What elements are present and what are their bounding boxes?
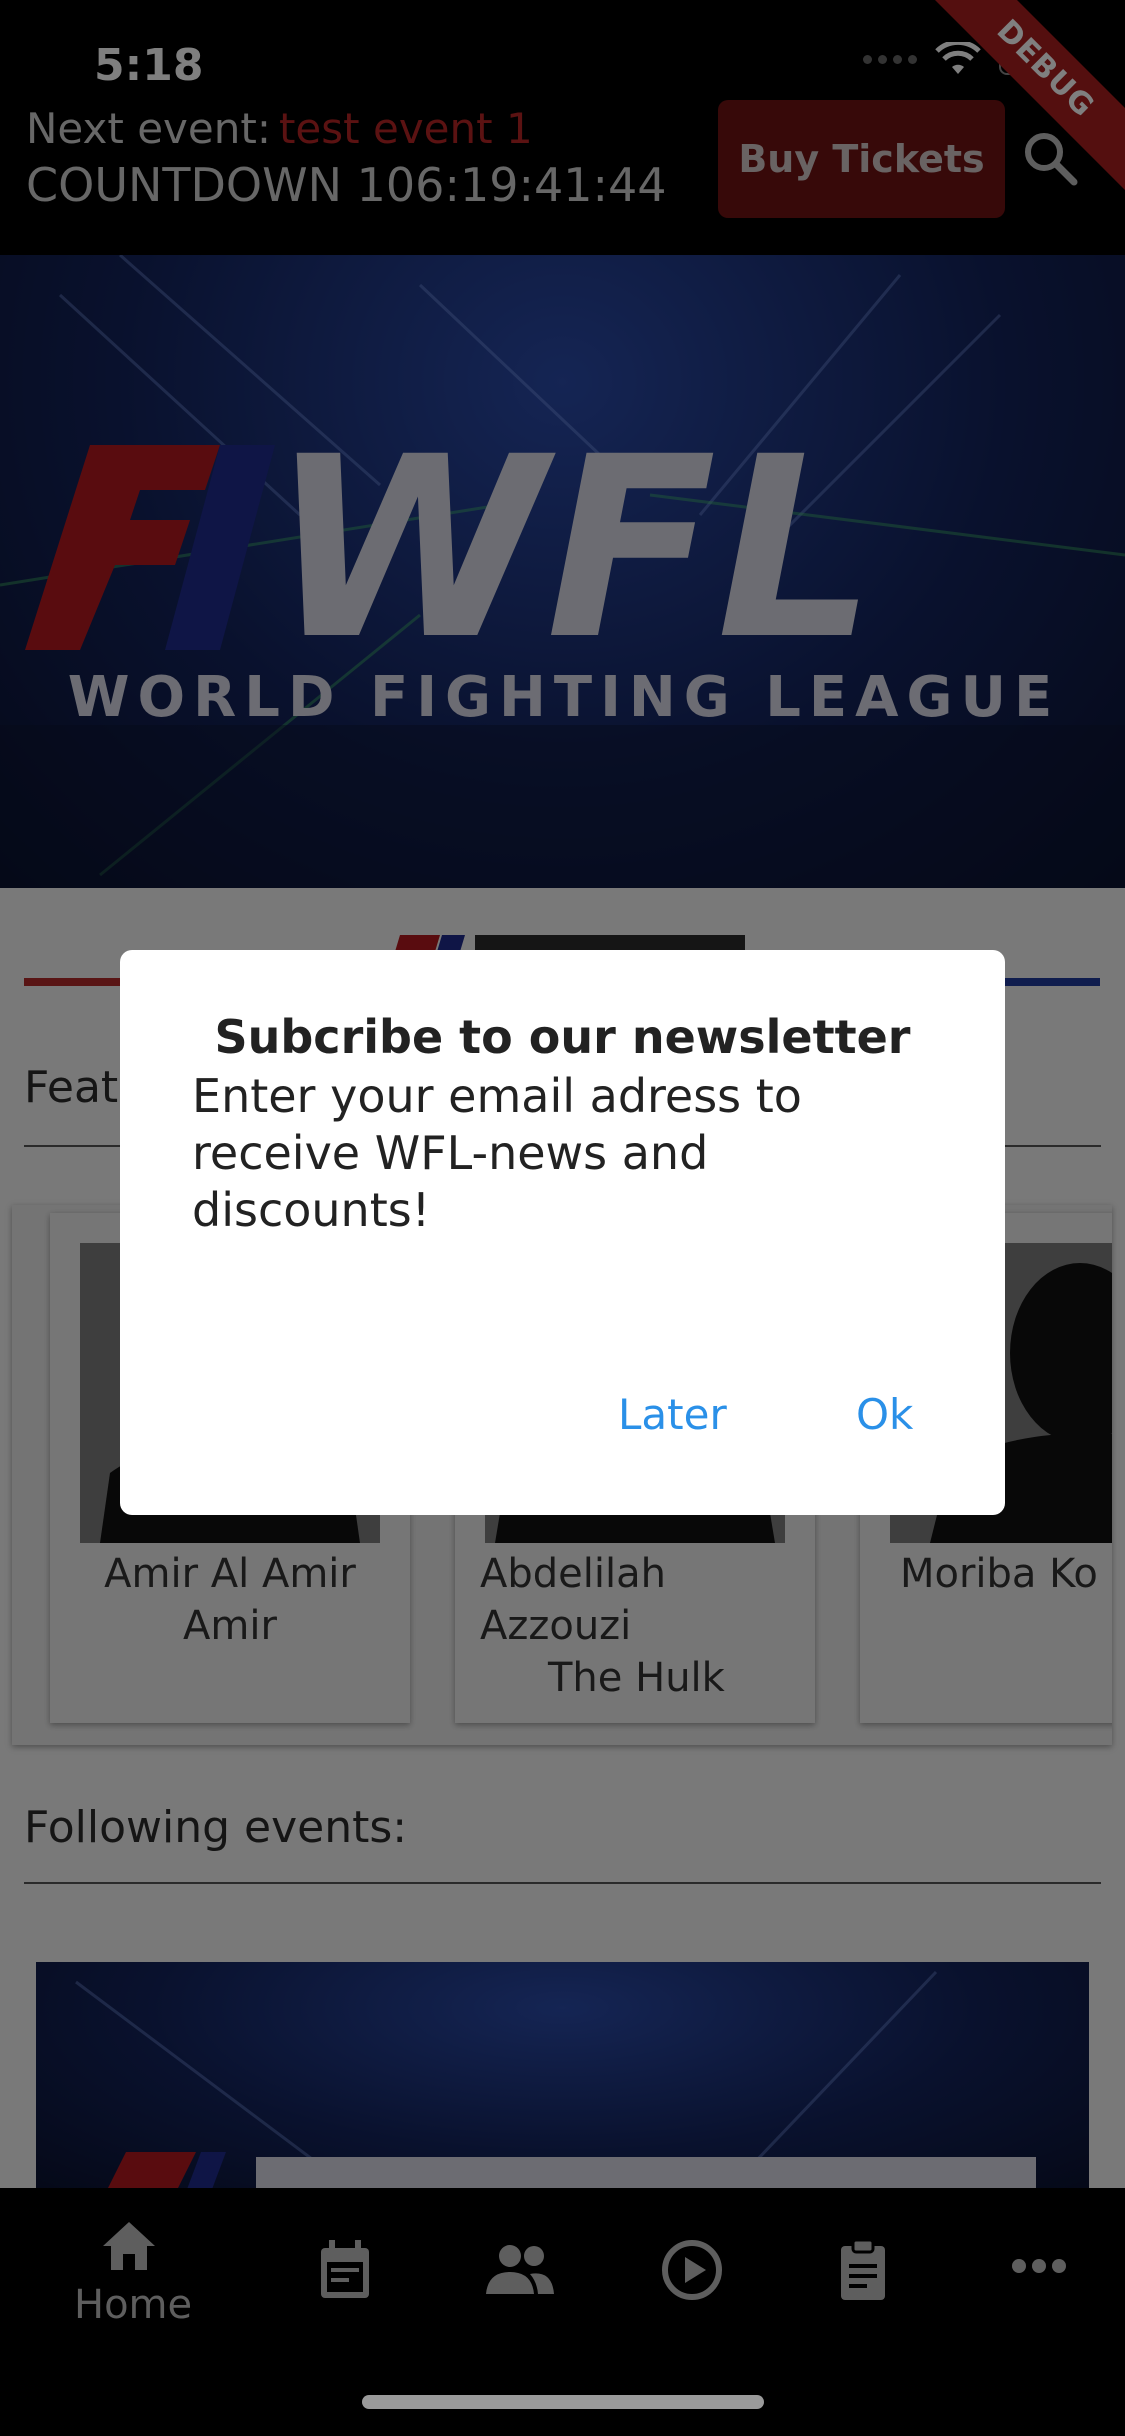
home-indicator: [362, 2395, 764, 2409]
later-button[interactable]: Later: [602, 1380, 743, 1449]
dialog-title: Subcribe to our newsletter: [214, 1010, 911, 1064]
newsletter-dialog: Subcribe to our newsletter Enter your em…: [120, 950, 1005, 1515]
dialog-body: Enter your email adress to receive WFL-n…: [192, 1069, 802, 1237]
ok-button[interactable]: Ok: [840, 1380, 929, 1449]
